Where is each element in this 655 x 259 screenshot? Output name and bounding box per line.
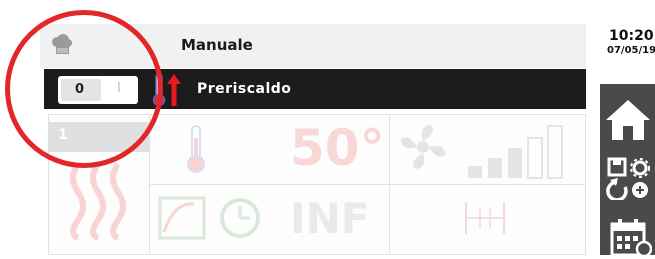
highlight-ring [5,10,163,168]
steam-icon [64,160,132,241]
arrow-up-icon [167,74,181,106]
fan-speed-bars-icon [462,120,578,180]
phase-label: Preriscaldo [197,81,292,97]
calendar-icon[interactable] [608,218,653,258]
thermometer-icon [186,124,206,174]
home-icon[interactable] [604,98,652,142]
temperature-value: 50° [290,119,385,177]
humidity-icon [462,198,508,238]
page-title: Manuale [181,36,253,54]
time-value: INF [290,194,370,243]
fan-icon [398,122,448,172]
row-divider [149,184,586,185]
clock-time: 10:20 [609,28,654,44]
clock-date: 07/05/19 [607,45,655,56]
save-settings-icon[interactable] [606,156,652,202]
probe-clock-icon [156,192,266,242]
